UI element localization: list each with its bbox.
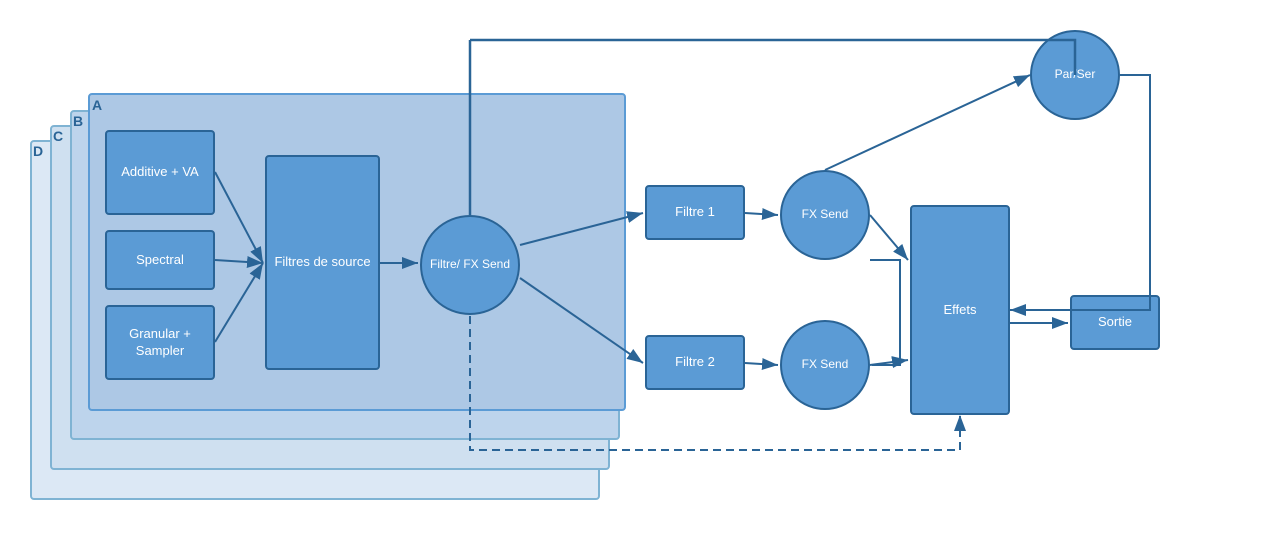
filtre2-box: Filtre 2	[645, 335, 745, 390]
filtre-fx-send-circle: Filtre/ FX Send	[420, 215, 520, 315]
granular-box: Granular + Sampler	[105, 305, 215, 380]
filtre1-box: Filtre 1	[645, 185, 745, 240]
diagram-container: A B C D Additive + VA Spectral Granular …	[0, 0, 1285, 556]
spectral-box: Spectral	[105, 230, 215, 290]
label-d: D	[33, 143, 43, 159]
label-b: B	[73, 113, 83, 129]
fx-send-bottom-circle: FX Send	[780, 320, 870, 410]
fx-send-top-circle: FX Send	[780, 170, 870, 260]
filtres-source-box: Filtres de source	[265, 155, 380, 370]
label-a: A	[92, 97, 102, 113]
sortie-box: Sortie	[1070, 295, 1160, 350]
effets-box: Effets	[910, 205, 1010, 415]
additive-va-box: Additive + VA	[105, 130, 215, 215]
label-c: C	[53, 128, 63, 144]
par-ser-circle: Par/Ser	[1030, 30, 1120, 120]
